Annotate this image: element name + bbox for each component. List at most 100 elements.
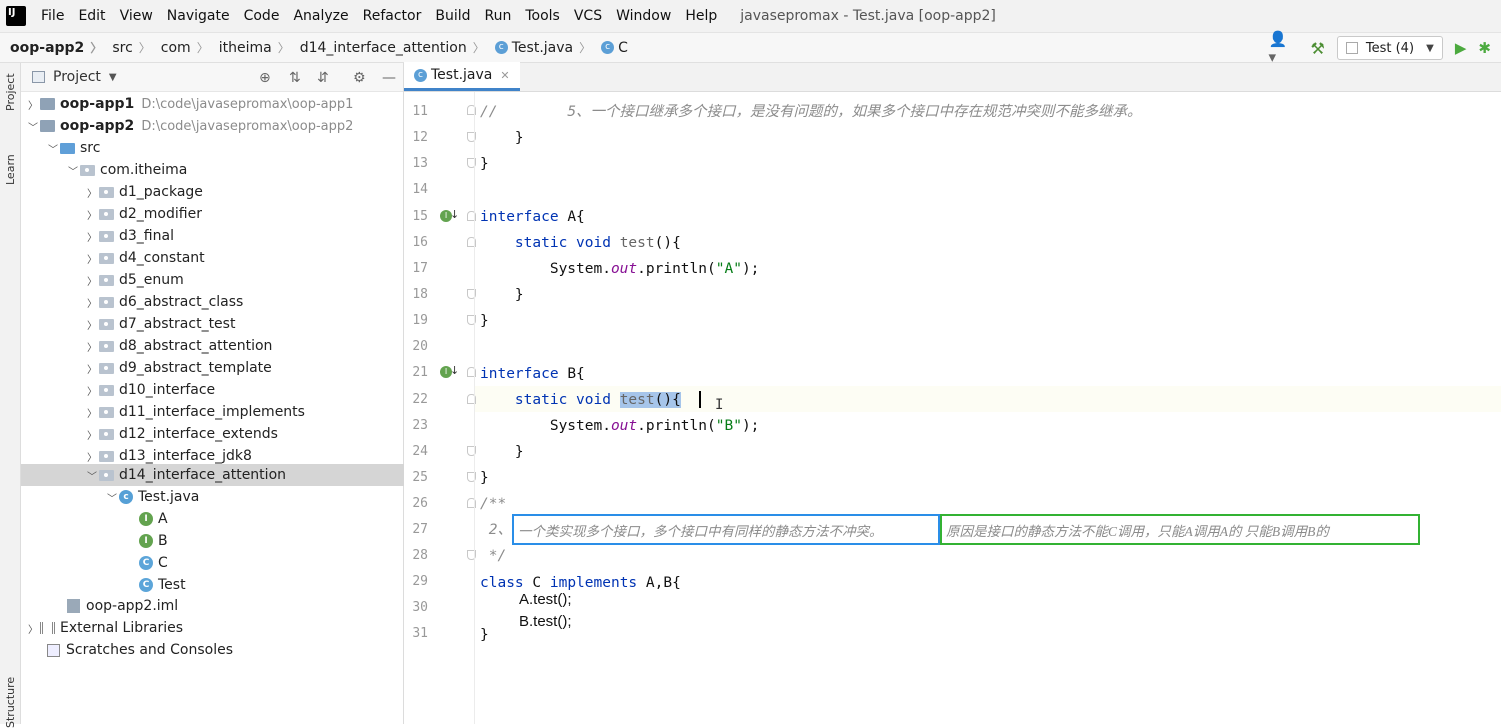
crumb-project[interactable]: oop-app2 〉: [0, 39, 102, 56]
chevron-right-icon[interactable]: 〉: [85, 317, 99, 332]
crumb-src[interactable]: src 〉: [102, 39, 150, 56]
menu-refactor[interactable]: Refactor: [356, 0, 429, 33]
expand-all-icon[interactable]: ⇅: [289, 70, 301, 86]
crumb-package[interactable]: d14_interface_attention 〉: [290, 39, 485, 56]
code-editor[interactable]: c Test.java ✕ 11 12 13 14 15 16 17 18 19 2…: [404, 62, 1501, 724]
crumb-class[interactable]: cC: [591, 40, 628, 56]
tree-package-d6[interactable]: 〉 d6_abstract_class: [21, 291, 404, 313]
chevron-down-icon[interactable]: ﹀: [85, 468, 99, 483]
menu-analyze[interactable]: Analyze: [286, 0, 355, 33]
panel-title[interactable]: Project: [53, 69, 101, 85]
chevron-down-icon[interactable]: ﹀: [66, 163, 80, 178]
tree-package-d3[interactable]: 〉 d3_final: [21, 225, 404, 247]
tree-package-com-itheima[interactable]: ﹀ com.itheima: [21, 159, 404, 181]
run-config-select[interactable]: Test (4) ▼: [1336, 36, 1443, 60]
crumb-com[interactable]: com 〉: [151, 39, 209, 56]
annotation-box-green: 原因是接口的静态方法不能C调用，只能A调用A的 只能B调用B的: [940, 514, 1420, 545]
stripe-structure-tab[interactable]: Structure: [4, 677, 17, 728]
tree-package-d11[interactable]: 〉 d11_interface_implements: [21, 401, 404, 423]
menu-file[interactable]: File: [34, 0, 71, 33]
tree-class-test[interactable]: C Test: [21, 574, 404, 596]
menu-tools[interactable]: Tools: [518, 0, 567, 33]
code-line-29: class C implements A,B{: [480, 575, 681, 591]
code-line-27: 2、: [488, 522, 512, 538]
code-line-17: System.out.println("A");: [549, 261, 760, 277]
tree-interface-a[interactable]: IA: [21, 508, 404, 530]
chevron-right-icon[interactable]: 〉: [85, 273, 99, 288]
hammer-icon[interactable]: ⚒: [1311, 39, 1325, 58]
project-panel: Project ▼ ⊕ ⇅ ⇵ ⚙ — 〉 oop-app1 D:\code\jav…: [21, 63, 404, 724]
chevron-down-icon[interactable]: ﹀: [105, 490, 119, 505]
chevron-right-icon[interactable]: 〉: [85, 251, 99, 266]
tree-package-d1[interactable]: 〉 d1_package: [21, 181, 404, 203]
hide-panel-icon[interactable]: —: [382, 70, 396, 86]
tree-module-oop-app2[interactable]: ﹀ oop-app2 D:\code\javasepromax\oop-app2: [21, 115, 404, 137]
java-file-icon: c: [494, 41, 508, 54]
chevron-down-icon[interactable]: ﹀: [46, 141, 60, 156]
module-icon: [40, 98, 55, 110]
chevron-down-icon[interactable]: ▼: [109, 72, 117, 83]
tree-package-d7[interactable]: 〉 d7_abstract_test: [21, 313, 404, 335]
tree-package-d12[interactable]: 〉 d12_interface_extends: [21, 423, 404, 445]
tree-package-d10[interactable]: 〉 d10_interface: [21, 379, 404, 401]
tree-package-d5[interactable]: 〉 d5_enum: [21, 269, 404, 291]
tree-package-d8[interactable]: 〉 d8_abstract_attention: [21, 335, 404, 357]
left-tool-stripe: Project Learn Structure: [0, 63, 21, 728]
tree-interface-b[interactable]: IB: [21, 530, 404, 552]
code-line-18: }: [514, 287, 524, 303]
chevron-right-icon[interactable]: 〉: [85, 361, 99, 376]
tree-external-libraries[interactable]: 〉 External Libraries: [21, 617, 404, 639]
tree-package-d9[interactable]: 〉 d9_abstract_template: [21, 357, 404, 379]
chevron-right-icon[interactable]: 〉: [85, 339, 99, 354]
tree-package-d14[interactable]: ﹀ d14_interface_attention: [21, 464, 404, 486]
gear-icon[interactable]: ⚙: [353, 70, 366, 86]
crumb-itheima[interactable]: itheima 〉: [209, 39, 290, 56]
tree-file-iml[interactable]: oop-app2.iml: [21, 595, 404, 617]
chevron-right-icon[interactable]: 〉: [26, 97, 40, 112]
menu-code[interactable]: Code: [237, 0, 287, 33]
stripe-learn-tab[interactable]: Learn: [4, 154, 17, 185]
tree-package-d2[interactable]: 〉 d2_modifier: [21, 203, 404, 225]
package-icon: [99, 296, 114, 308]
tree-file-test-java[interactable]: ﹀ c Test.java: [21, 486, 404, 508]
menu-help[interactable]: Help: [678, 0, 724, 33]
stripe-project-tab[interactable]: Project: [4, 73, 17, 111]
crumb-file[interactable]: c Test.java 〉: [485, 39, 591, 56]
iml-file-icon: [67, 599, 80, 613]
chevron-right-icon[interactable]: 〉: [85, 207, 99, 222]
code-line-26: /**: [480, 496, 507, 512]
line-number: 14: [412, 182, 428, 197]
menu-window[interactable]: Window: [609, 0, 678, 33]
chevron-down-icon[interactable]: ﹀: [26, 119, 40, 134]
menu-edit[interactable]: Edit: [71, 0, 112, 33]
menu-view[interactable]: View: [113, 0, 160, 33]
collapse-all-icon[interactable]: ⇵: [317, 70, 329, 86]
menu-build[interactable]: Build: [428, 0, 477, 33]
line-number: 30: [412, 600, 428, 615]
tree-class-c[interactable]: CC: [21, 552, 404, 574]
chevron-right-icon[interactable]: 〉: [85, 383, 99, 398]
arrow-down-icon: ↓: [450, 208, 460, 221]
line-number: 11: [412, 104, 428, 119]
run-icon[interactable]: ▶: [1455, 39, 1467, 57]
debug-icon[interactable]: ✱: [1478, 39, 1491, 57]
user-icon[interactable]: 👤▾: [1269, 30, 1293, 66]
line-number: 15: [412, 209, 428, 224]
chevron-right-icon[interactable]: 〉: [85, 229, 99, 244]
tree-scratches[interactable]: Scratches and Consoles: [21, 639, 404, 661]
tree-package-d4[interactable]: 〉 d4_constant: [21, 247, 404, 269]
menu-navigate[interactable]: Navigate: [160, 0, 237, 33]
tree-folder-src[interactable]: ﹀ src: [21, 137, 404, 159]
chevron-right-icon[interactable]: 〉: [85, 427, 99, 442]
close-icon[interactable]: ✕: [500, 69, 509, 82]
menu-vcs[interactable]: VCS: [567, 0, 609, 33]
menu-run[interactable]: Run: [478, 0, 519, 33]
chevron-right-icon[interactable]: 〉: [85, 295, 99, 310]
chevron-right-icon[interactable]: 〉: [85, 405, 99, 420]
chevron-right-icon[interactable]: 〉: [26, 621, 40, 636]
chevron-right-icon[interactable]: 〉: [85, 185, 99, 200]
tab-test-java[interactable]: c Test.java ✕: [404, 62, 520, 91]
chevron-right-icon[interactable]: 〉: [85, 449, 99, 464]
locate-icon[interactable]: ⊕: [259, 70, 271, 86]
tree-module-oop-app1[interactable]: 〉 oop-app1 D:\code\javasepromax\oop-app1: [21, 93, 404, 115]
